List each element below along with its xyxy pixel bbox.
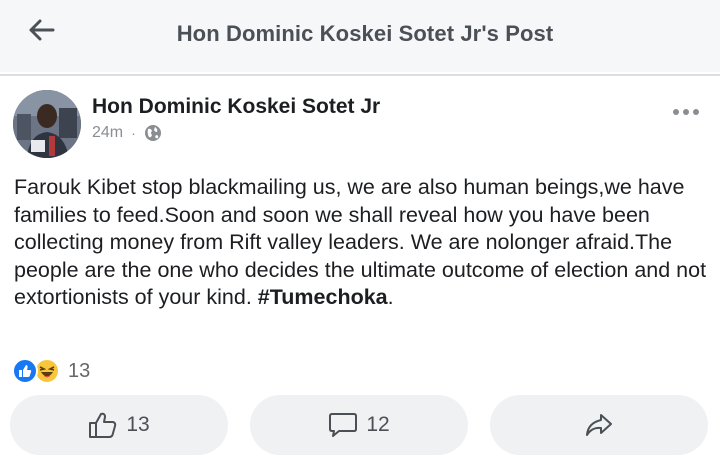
hashtag-suffix: . [387, 285, 394, 309]
like-reaction-icon [12, 358, 38, 384]
globe-icon [144, 125, 161, 141]
avatar-photo [13, 90, 81, 158]
top-bar: Hon Dominic Koskei Sotet Jr's Post [0, 0, 720, 72]
page-title: Hon Dominic Koskei Sotet Jr's Post [176, 21, 554, 46]
like-count: 13 [126, 413, 150, 436]
thumbs-up-icon [89, 412, 117, 438]
meta-separator: · [131, 125, 136, 141]
comment-button[interactable]: 12 [250, 395, 468, 455]
comment-count: 12 [366, 413, 390, 436]
author-avatar[interactable] [13, 90, 81, 158]
reaction-count: 13 [68, 359, 91, 382]
more-horizontal-icon [673, 109, 679, 115]
post-body: Farouk Kibet stop blackmailing us, we ar… [14, 174, 714, 312]
more-dot [693, 109, 699, 115]
reaction-icons [12, 358, 64, 384]
author-name[interactable]: Hon Dominic Koskei Sotet Jr [92, 95, 380, 119]
reactions-summary[interactable]: 13 [12, 357, 90, 385]
header-divider [0, 74, 720, 76]
hashtag-link[interactable]: #Tumechoka [258, 285, 388, 309]
more-options-button[interactable] [668, 100, 704, 124]
post-time[interactable]: 24m [92, 124, 123, 142]
action-bar: 13 12 [10, 395, 710, 455]
like-button[interactable]: 13 [10, 395, 228, 455]
post-meta: 24m · [92, 124, 162, 142]
share-button[interactable] [490, 395, 708, 455]
more-dot [683, 109, 689, 115]
comment-icon [329, 413, 358, 437]
share-icon [586, 414, 612, 436]
